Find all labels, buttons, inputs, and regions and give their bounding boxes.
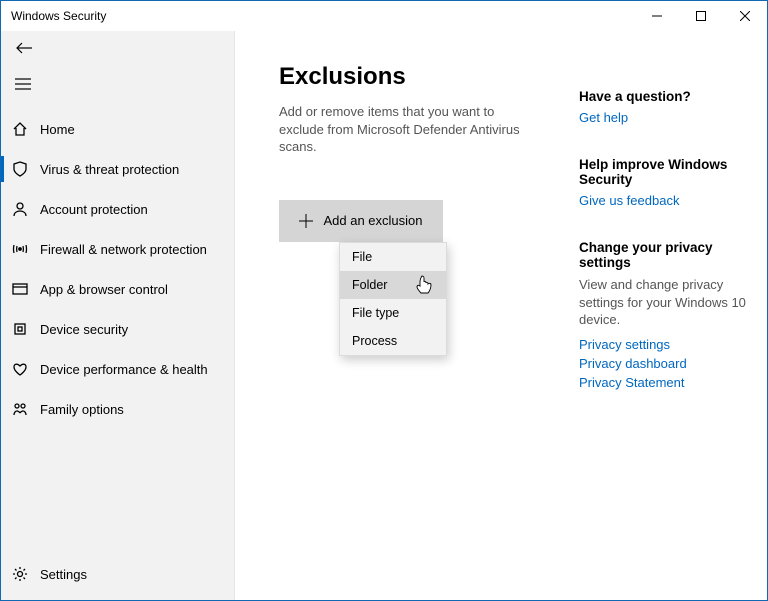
nav-label: App & browser control <box>40 282 168 297</box>
nav-label: Family options <box>40 402 124 417</box>
main-content: Exclusions Add or remove items that you … <box>279 49 539 600</box>
plus-icon <box>299 214 313 228</box>
nav-device-performance[interactable]: Device performance & health <box>1 349 234 389</box>
nav-home[interactable]: Home <box>1 109 234 149</box>
dropdown-item-process[interactable]: Process <box>340 327 446 355</box>
dropdown-item-folder[interactable]: Folder <box>340 271 446 299</box>
home-icon <box>12 121 40 137</box>
nav-label: Home <box>40 122 75 137</box>
add-exclusion-label: Add an exclusion <box>323 213 422 228</box>
add-exclusion-button[interactable]: Add an exclusion <box>279 200 443 242</box>
nav-label: Virus & threat protection <box>40 162 179 177</box>
improve-title: Help improve Windows Security <box>579 157 747 187</box>
privacy-desc: View and change privacy settings for you… <box>579 276 747 329</box>
person-icon <box>12 201 40 217</box>
close-button[interactable] <box>723 1 767 31</box>
right-column: Have a question? Get help Help improve W… <box>539 49 747 600</box>
exclusion-type-dropdown: File Folder File type Process <box>339 242 447 356</box>
nav-firewall[interactable]: Firewall & network protection <box>1 229 234 269</box>
nav-app-browser[interactable]: App & browser control <box>1 269 234 309</box>
cursor-icon <box>416 275 432 295</box>
privacy-dashboard-link[interactable]: Privacy dashboard <box>579 356 747 371</box>
get-help-link[interactable]: Get help <box>579 110 747 125</box>
nav-family-options[interactable]: Family options <box>1 389 234 429</box>
window-title: Windows Security <box>11 9 106 23</box>
nav-label: Firewall & network protection <box>40 242 207 257</box>
window-icon <box>12 281 40 297</box>
nav-label: Device performance & health <box>40 362 208 377</box>
back-button[interactable] <box>1 31 234 71</box>
privacy-title: Change your privacy settings <box>579 240 747 270</box>
page-heading: Exclusions <box>279 63 539 91</box>
menu-button[interactable] <box>1 71 234 101</box>
nav-label: Settings <box>40 567 87 582</box>
titlebar: Windows Security <box>1 1 767 31</box>
nav-label: Device security <box>40 322 128 337</box>
privacy-settings-link[interactable]: Privacy settings <box>579 337 747 352</box>
minimize-button[interactable] <box>635 1 679 31</box>
feedback-link[interactable]: Give us feedback <box>579 193 747 208</box>
dropdown-item-filetype[interactable]: File type <box>340 299 446 327</box>
maximize-button[interactable] <box>679 1 723 31</box>
page-description: Add or remove items that you want to exc… <box>279 103 529 156</box>
antenna-icon <box>12 241 40 257</box>
privacy-statement-link[interactable]: Privacy Statement <box>579 375 747 390</box>
sidebar: Home Virus & threat protection Account p… <box>1 31 235 600</box>
nav-settings[interactable]: Settings <box>1 554 234 594</box>
heart-icon <box>12 361 40 377</box>
app-window: Windows Security <box>0 0 768 601</box>
family-icon <box>12 401 40 417</box>
nav-virus-threat[interactable]: Virus & threat protection <box>1 149 234 189</box>
nav-device-security[interactable]: Device security <box>1 309 234 349</box>
dropdown-item-file[interactable]: File <box>340 243 446 271</box>
nav-label: Account protection <box>40 202 148 217</box>
gear-icon <box>12 566 40 582</box>
shield-icon <box>12 161 40 177</box>
nav-account-protection[interactable]: Account protection <box>1 189 234 229</box>
chip-icon <box>12 321 40 337</box>
question-title: Have a question? <box>579 89 747 104</box>
